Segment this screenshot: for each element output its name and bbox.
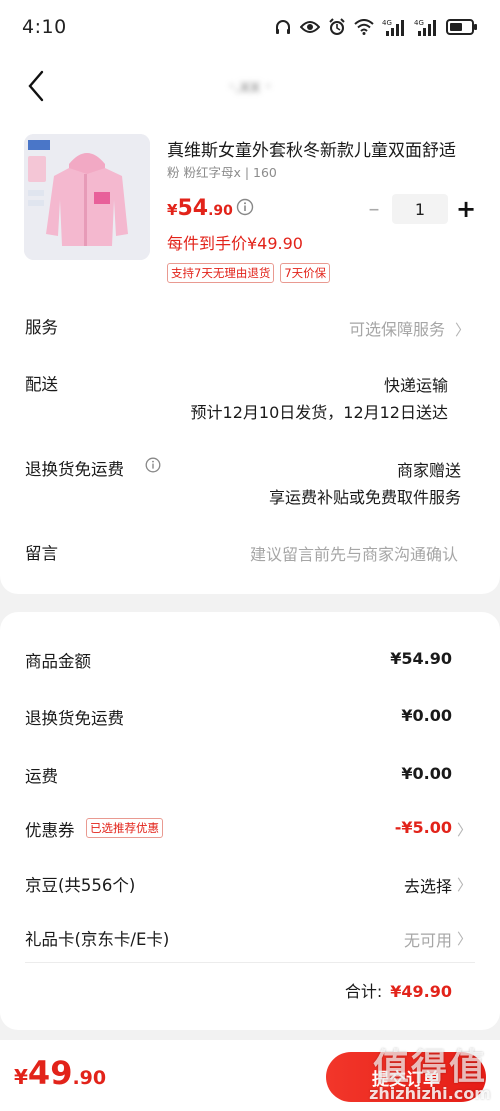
back-button[interactable]	[22, 68, 54, 104]
checkout-price-integer: 49	[27, 1054, 73, 1092]
freight-value: ¥0.00	[401, 764, 452, 783]
summary-divider	[25, 962, 475, 963]
return-info-icon[interactable]	[145, 457, 163, 475]
decrease-button[interactable]: –	[362, 197, 386, 222]
return-fee-label: 退换货免运费	[25, 709, 124, 728]
battery-icon	[446, 19, 477, 35]
total-row: 合计: ¥49.90	[345, 978, 452, 1002]
checkout-price: ¥ 49 .90	[14, 1054, 106, 1092]
product-tags: 支持7天无理由退货 7天价保	[167, 263, 331, 283]
wifi-icon	[354, 19, 374, 35]
goods-amount-value: ¥54.90	[390, 649, 452, 668]
total-label: 合计:	[344, 982, 383, 1001]
coupon-badge: 已选推荐优惠	[86, 818, 163, 838]
nav-bar: ·.xx ·	[0, 54, 500, 118]
watermark-logo: 值得值	[372, 1047, 487, 1088]
goods-amount-label: 商品金额	[25, 652, 91, 671]
alarm-icon	[329, 18, 345, 35]
return-shipping-label: 退换货免运费	[25, 460, 124, 479]
price-symbol: ¥	[167, 201, 178, 219]
per-item-price: 每件到手价¥49.90	[167, 234, 303, 253]
service-label: 服务	[25, 318, 58, 337]
service-value: 可选保障服务	[348, 320, 445, 339]
signal-4g-icon: 4G	[382, 19, 404, 36]
message-label: 留言	[25, 544, 58, 563]
price-info-icon[interactable]	[236, 198, 254, 216]
svg-text:4G: 4G	[382, 19, 392, 27]
tag-return-policy: 支持7天无理由退货	[167, 263, 275, 283]
service-select[interactable]: 可选保障服务〉	[349, 316, 470, 340]
status-bar: 4:10 4G 4G	[0, 0, 500, 54]
product-spec[interactable]: 粉 粉红字母x | 160	[167, 162, 277, 181]
total-amount: ¥49.90	[390, 982, 452, 1001]
jingdou-select[interactable]: 去选择	[404, 873, 452, 897]
quantity-stepper: – 1 +	[362, 194, 478, 224]
giftcard-value[interactable]: 无可用	[404, 927, 452, 951]
chevron-left-icon	[28, 70, 44, 102]
delivery-method[interactable]: 快递运输	[384, 372, 448, 396]
checkout-price-decimal: .90	[72, 1067, 107, 1089]
page-title: ·.xx ·	[229, 77, 271, 97]
watermark: 值得值 zhizhizhi.com	[360, 1030, 500, 1111]
increase-button[interactable]: +	[454, 195, 478, 223]
status-icons: 4G 4G	[274, 18, 478, 36]
giftcard-label: 礼品卡(京东卡/E卡)	[25, 930, 170, 949]
jingdou-label: 京豆(共556个)	[25, 876, 136, 895]
coupon-value[interactable]: -¥5.00	[395, 818, 452, 837]
checkout-price-symbol: ¥	[14, 1065, 28, 1089]
quantity-value[interactable]: 1	[392, 194, 448, 224]
return-shipping-value: 商家赠送	[396, 461, 461, 480]
eye-icon	[300, 21, 320, 33]
status-time: 4:10	[22, 16, 67, 38]
tag-price-protect: 7天价保	[280, 263, 331, 283]
chevron-right-icon[interactable]: 〉	[457, 928, 472, 949]
headphones-icon	[276, 20, 290, 34]
delivery-eta: 预计12月10日发货，12月12日送达	[190, 403, 448, 422]
watermark-url: zhizhizhi.com	[369, 1084, 491, 1103]
product-title[interactable]: 真维斯女童外套秋冬新款儿童双面舒适	[167, 136, 477, 161]
message-input[interactable]: 建议留言前先与商家沟通确认	[250, 541, 458, 565]
return-fee-value: ¥0.00	[401, 706, 452, 725]
return-shipping-detail: 享运费补贴或免费取件服务	[268, 488, 461, 507]
product-price: ¥ 54 .90	[167, 196, 233, 221]
delivery-label: 配送	[25, 375, 58, 394]
product-image[interactable]	[24, 134, 150, 260]
freight-label: 运费	[25, 767, 58, 786]
order-info-card: 真维斯女童外套秋冬新款儿童双面舒适 粉 粉红字母x | 160 ¥ 54 .90…	[0, 118, 500, 594]
price-decimal: .90	[208, 203, 233, 219]
price-integer: 54	[177, 196, 209, 221]
coupon-label: 优惠券	[25, 821, 75, 840]
chevron-right-icon: 〉	[454, 321, 470, 339]
signal-4g-icon: 4G	[414, 19, 436, 36]
chevron-right-icon[interactable]: 〉	[457, 819, 472, 840]
chevron-right-icon[interactable]: 〉	[457, 874, 472, 895]
svg-text:4G: 4G	[414, 19, 424, 27]
